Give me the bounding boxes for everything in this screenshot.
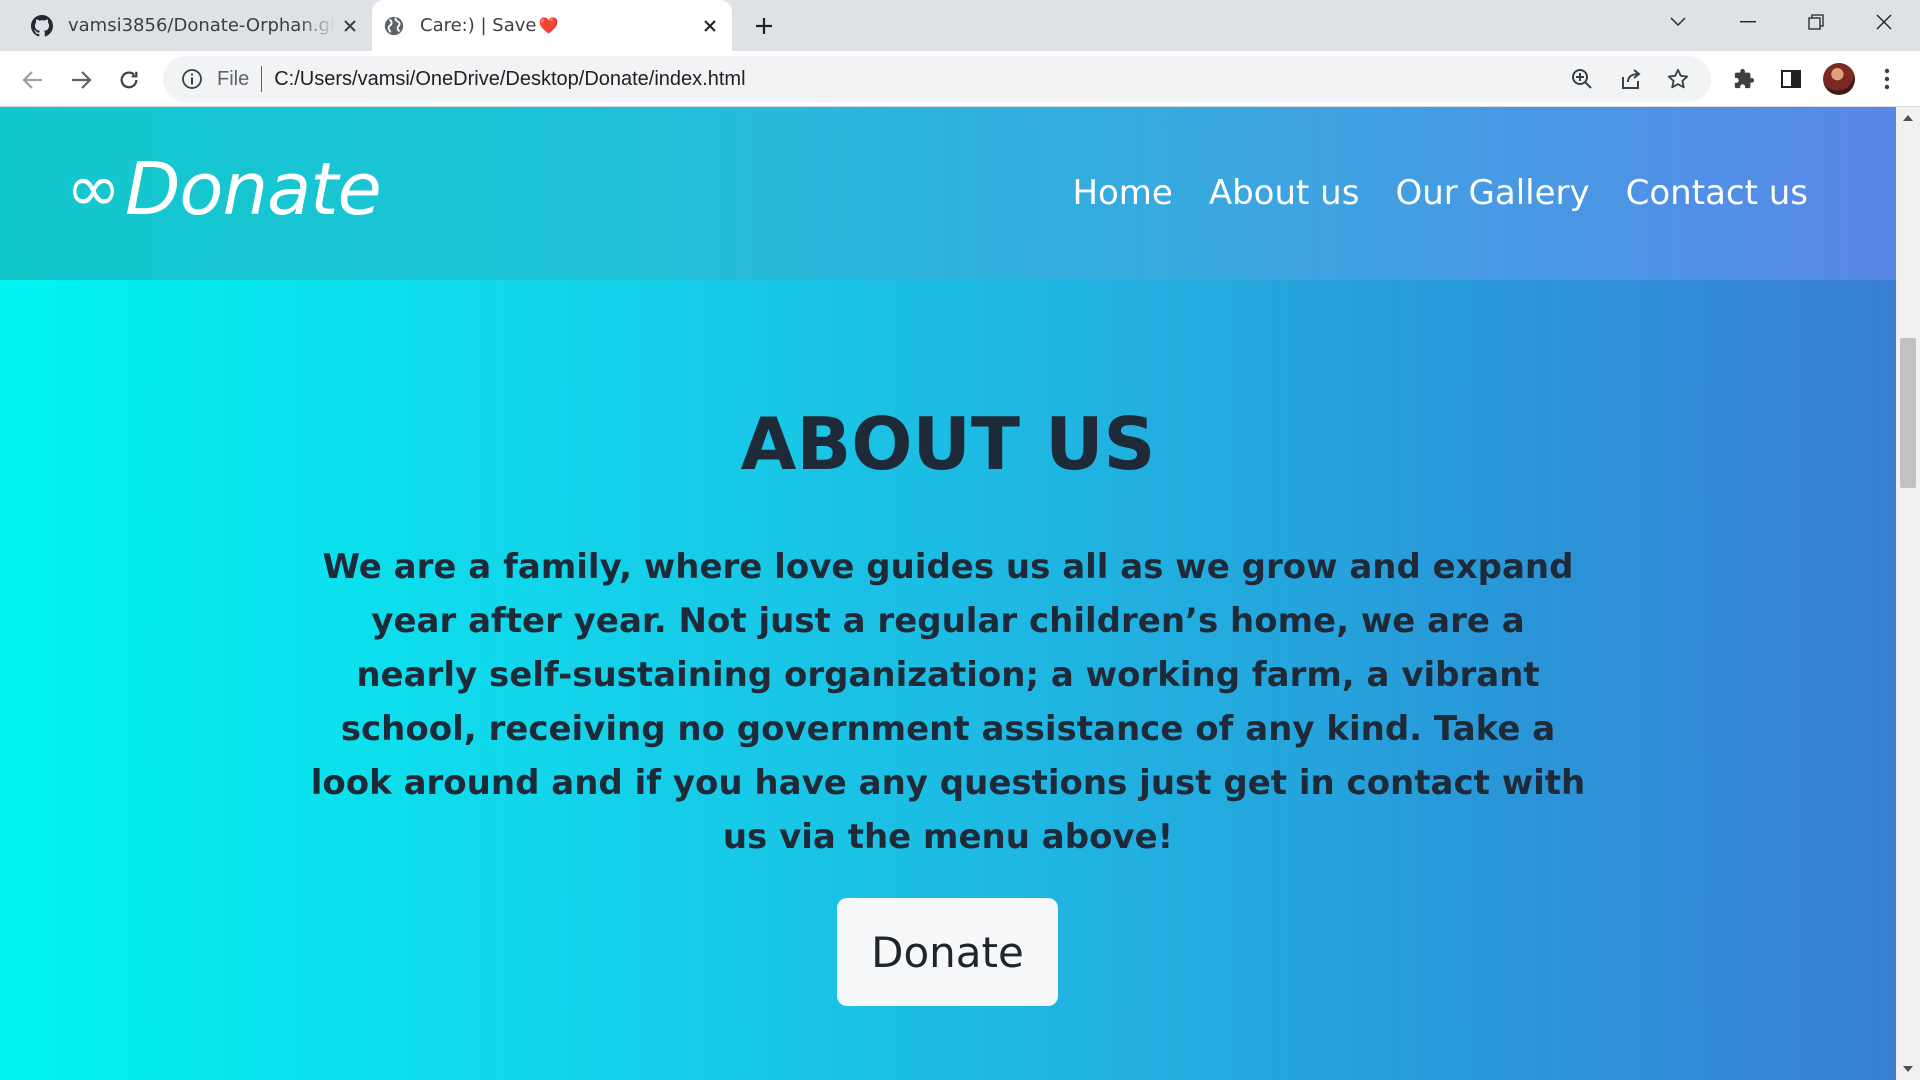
browser-tab-github[interactable]: vamsi3856/Donate-Orphan.github.io xyxy=(20,0,372,51)
extensions-icon[interactable] xyxy=(1729,64,1759,94)
browser-toolbar: File C:/Users/vamsi/OneDrive/Desktop/Don… xyxy=(0,51,1920,107)
side-panel-icon[interactable] xyxy=(1776,64,1806,94)
reload-icon[interactable] xyxy=(112,63,146,97)
forward-icon[interactable] xyxy=(64,63,98,97)
donate-button[interactable]: Donate xyxy=(837,898,1058,1006)
new-tab-button[interactable] xyxy=(748,10,780,42)
profile-avatar[interactable] xyxy=(1823,63,1855,95)
address-bar[interactable]: File C:/Users/vamsi/OneDrive/Desktop/Don… xyxy=(163,56,1711,102)
page-viewport: ∞ Donate Home About us Our Gallery Conta… xyxy=(0,107,1896,1080)
tab-title-text: Care:) | Save xyxy=(420,15,537,36)
nav-about-us[interactable]: About us xyxy=(1209,173,1360,213)
site-info-icon[interactable] xyxy=(179,66,205,92)
infinity-logo-icon: ∞ xyxy=(66,150,121,227)
tab-search-icon[interactable] xyxy=(1648,0,1708,44)
close-tab-icon[interactable] xyxy=(696,12,724,40)
nav-home[interactable]: Home xyxy=(1072,173,1172,213)
logo-text: Donate xyxy=(124,147,382,231)
heart-icon: ❤️ xyxy=(538,16,559,35)
page-scrollbar[interactable] xyxy=(1896,107,1920,1080)
nav-our-gallery[interactable]: Our Gallery xyxy=(1395,173,1589,213)
zoom-icon[interactable] xyxy=(1567,64,1597,94)
tab-title: Care:) | Save ❤️ xyxy=(420,15,696,36)
close-tab-icon[interactable] xyxy=(336,12,364,40)
main-nav: Home About us Our Gallery Contact us xyxy=(1072,173,1808,213)
scroll-down-arrow-icon[interactable] xyxy=(1896,1058,1920,1080)
url-separator xyxy=(261,66,263,92)
site-header: ∞ Donate Home About us Our Gallery Conta… xyxy=(0,107,1896,280)
url-scheme: File xyxy=(217,67,250,90)
scrollbar-thumb[interactable] xyxy=(1900,338,1916,488)
url-text[interactable]: C:/Users/vamsi/OneDrive/Desktop/Donate/i… xyxy=(274,68,745,91)
about-title: ABOUT US xyxy=(740,402,1156,486)
bookmark-star-icon[interactable] xyxy=(1663,64,1693,94)
back-icon[interactable] xyxy=(16,63,50,97)
scroll-up-arrow-icon[interactable] xyxy=(1896,107,1920,129)
site-logo[interactable]: ∞ Donate xyxy=(66,147,382,231)
github-icon xyxy=(30,14,54,38)
about-description: We are a family, where love guides us al… xyxy=(310,547,1586,857)
share-icon[interactable] xyxy=(1616,64,1646,94)
close-window-icon[interactable] xyxy=(1854,0,1914,44)
browser-tab-care[interactable]: Care:) | Save ❤️ xyxy=(372,0,732,51)
tab-title: vamsi3856/Donate-Orphan.github.io xyxy=(68,15,336,36)
minimize-icon[interactable] xyxy=(1718,0,1778,44)
nav-contact-us[interactable]: Contact us xyxy=(1626,173,1808,213)
browser-tab-strip: vamsi3856/Donate-Orphan.github.io Care:)… xyxy=(0,0,1920,51)
restore-icon[interactable] xyxy=(1786,0,1846,44)
globe-icon xyxy=(382,14,406,38)
menu-kebab-icon[interactable] xyxy=(1872,64,1902,94)
